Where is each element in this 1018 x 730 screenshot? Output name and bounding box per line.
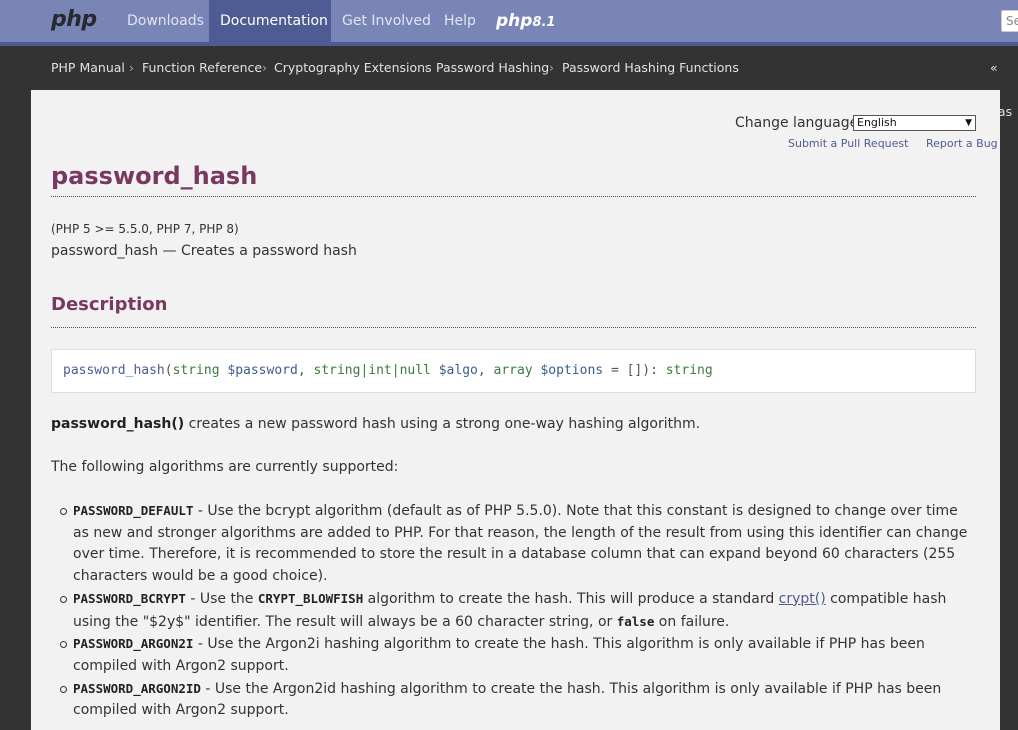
list-item: PASSWORD_ARGON2I - Use the Argon2i hashi… xyxy=(60,633,976,677)
algorithm-list: PASSWORD_DEFAULT - Use the bcrypt algori… xyxy=(51,500,976,722)
badge-php: php xyxy=(496,11,533,31)
breadcrumb-separator: › xyxy=(424,60,429,75)
top-navbar: php Downloads Documentation Get Involved… xyxy=(0,0,1018,46)
page-title: password_hash xyxy=(51,160,976,197)
sig-type[interactable]: string xyxy=(173,363,220,378)
version-info: (PHP 5 >= 5.5.0, PHP 7, PHP 8) xyxy=(51,222,239,236)
constant-name: PASSWORD_ARGON2ID xyxy=(73,680,201,696)
list-item-text: - Use the bcrypt algorithm (default as o… xyxy=(73,503,968,585)
report-bug-link[interactable]: Report a Bug xyxy=(926,137,998,150)
refname: password_hash — Creates a password hash xyxy=(51,243,357,259)
nav-downloads[interactable]: Downloads xyxy=(116,0,215,42)
sig-param: $options xyxy=(540,363,604,378)
false-literal: false xyxy=(616,613,655,629)
breadcrumb-separator: › xyxy=(129,60,134,75)
sig-type[interactable]: string|int|null xyxy=(313,363,430,378)
badge-version: 8.1 xyxy=(532,15,556,30)
section-description-title: Description xyxy=(51,292,976,328)
constant-name: PASSWORD_BCRYPT xyxy=(73,590,186,606)
constant-name: PASSWORD_DEFAULT xyxy=(73,503,194,518)
php-logo[interactable]: php xyxy=(51,5,97,35)
list-item-text: - Use the Argon2id hashing algorithm to … xyxy=(73,680,942,719)
crypt-link[interactable]: crypt() xyxy=(779,591,826,607)
supported-paragraph: The following algorithms are currently s… xyxy=(51,459,399,475)
list-item-text: on failure. xyxy=(654,613,730,630)
breadcrumb-password-hashing-functions[interactable]: Password Hashing Functions xyxy=(562,46,739,90)
list-item: PASSWORD_DEFAULT - Use the bcrypt algori… xyxy=(60,500,976,588)
breadcrumb-separator: › xyxy=(262,60,267,75)
nav-get-involved[interactable]: Get Involved xyxy=(331,0,442,42)
breadcrumb: PHP Manual › Function Reference › Crypto… xyxy=(0,46,1018,119)
breadcrumb-separator: › xyxy=(549,60,554,75)
edit-links: Submit a Pull Request Report a Bug xyxy=(788,137,998,150)
list-item-text: algorithm to create the hash. This will … xyxy=(363,590,779,607)
sig-punc: ): xyxy=(642,363,666,378)
sig-function-name: password_hash xyxy=(63,363,165,378)
sig-punc: , xyxy=(297,363,314,378)
nav-help[interactable]: Help xyxy=(433,0,487,42)
nav-documentation[interactable]: Documentation xyxy=(209,0,331,42)
intro-text: creates a new password hash using a stro… xyxy=(184,416,701,432)
breadcrumb-php-manual[interactable]: PHP Manual xyxy=(51,46,125,90)
change-language-label: Change language: xyxy=(735,115,863,131)
method-signature: password_hash(string $password, string|i… xyxy=(51,349,976,393)
breadcrumb-password-hashing[interactable]: Password Hashing xyxy=(436,46,549,90)
breadcrumb-cryptography[interactable]: Cryptography Extensions xyxy=(274,46,432,90)
sig-punc: , xyxy=(477,363,494,378)
search-input[interactable]: Se xyxy=(1001,10,1018,32)
list-item: PASSWORD_ARGON2ID - Use the Argon2id has… xyxy=(60,678,976,722)
constant-name: CRYPT_BLOWFISH xyxy=(257,590,364,606)
sig-param: $algo xyxy=(438,363,478,378)
list-item-text: - Use the xyxy=(185,590,258,607)
submit-pull-request-link[interactable]: Submit a Pull Request xyxy=(788,137,908,150)
list-item: PASSWORD_BCRYPT - Use the CRYPT_BLOWFISH… xyxy=(60,588,976,633)
intro-paragraph: password_hash() creates a new password h… xyxy=(51,416,976,432)
sig-param: $password xyxy=(227,363,298,378)
php-version-badge[interactable]: php8.1 xyxy=(496,6,555,36)
sig-punc: ( xyxy=(164,363,173,378)
sig-default: = [] xyxy=(610,363,643,378)
sig-type[interactable]: array xyxy=(494,363,533,378)
language-selected: English xyxy=(857,116,897,129)
language-select[interactable]: English ▼ xyxy=(853,115,976,131)
breadcrumb-prev-link[interactable]: « pas xyxy=(990,46,1018,119)
breadcrumb-function-reference[interactable]: Function Reference xyxy=(142,46,262,90)
constant-name: PASSWORD_ARGON2I xyxy=(73,636,194,652)
sig-return-type[interactable]: string xyxy=(666,363,713,378)
intro-function: password_hash() xyxy=(51,416,185,432)
list-item-text: - Use the Argon2i hashing algorithm to c… xyxy=(73,636,925,674)
chevron-down-icon: ▼ xyxy=(965,118,972,128)
